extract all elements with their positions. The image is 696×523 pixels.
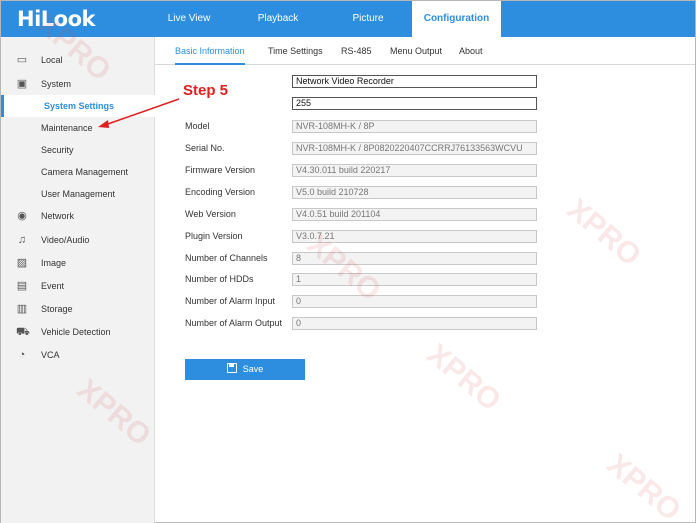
encoding-version-field: V5.0 build 210728	[292, 186, 537, 199]
alarm-input-label: Number of Alarm Input	[185, 296, 276, 306]
alarm-input-field: 0	[292, 295, 537, 308]
device-no-input[interactable]: 255	[292, 97, 537, 110]
serial-no-field: NVR-108MH-K / 8P0820220407CCRRJ76133563W…	[292, 142, 537, 155]
device-name-input[interactable]: Network Video Recorder	[292, 75, 537, 88]
alarm-output-label: Number of Alarm Output	[185, 318, 283, 328]
firmware-version-field: V4.30.011 build 220217	[292, 164, 537, 177]
alarm-output-field: 0	[292, 317, 537, 330]
plugin-version-label: Plugin Version	[185, 231, 243, 241]
model-label: Model	[185, 121, 210, 131]
save-label: Save	[242, 364, 264, 374]
floppy-disk-icon	[226, 363, 237, 373]
web-version-label: Web Version	[185, 209, 236, 219]
save-button[interactable]: Save	[185, 359, 305, 380]
encoding-version-label: Encoding Version	[185, 187, 256, 197]
number-of-hdds-label: Number of HDDs	[185, 274, 254, 284]
model-field: NVR-108MH-K / 8P	[292, 120, 537, 133]
web-version-field: V4.0.51 build 201104	[292, 208, 537, 221]
number-of-channels-label: Number of Channels	[185, 253, 268, 263]
firmware-version-label: Firmware Version	[185, 165, 256, 175]
serial-no-label: Serial No.	[185, 143, 225, 153]
